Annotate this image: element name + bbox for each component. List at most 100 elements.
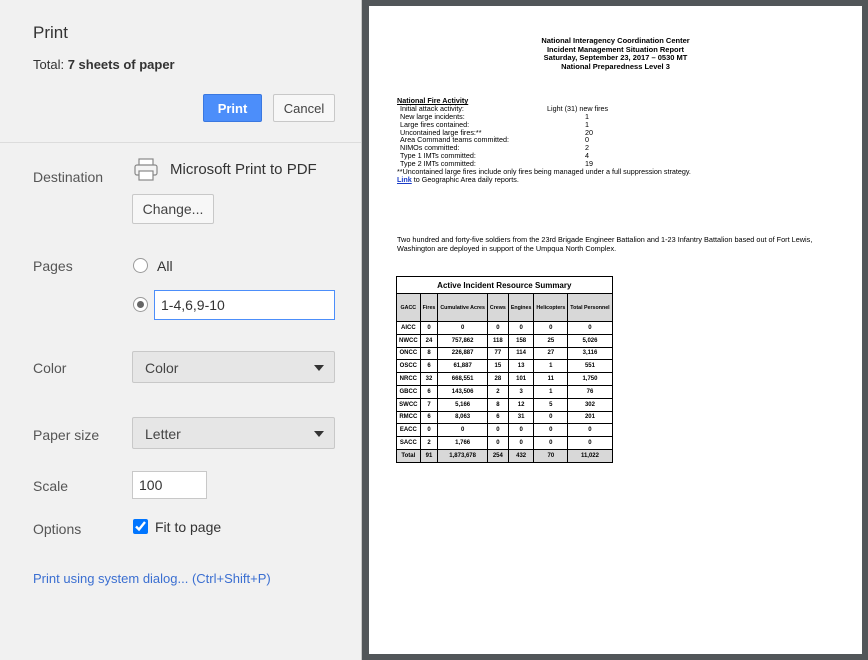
table-cell: 757,862 — [437, 333, 488, 348]
table-cell: 114 — [507, 346, 535, 361]
print-button[interactable]: Print — [203, 94, 262, 122]
table-total-row: Total 91 1,873,678 254 432 70 11,022 — [396, 448, 613, 463]
fire-activity-value: 19 — [585, 159, 593, 169]
table-cell: 0 — [533, 436, 569, 450]
table-row: ONCC 8 226,887 77 114 27 3,116 — [396, 346, 613, 361]
table-cell: 0 — [437, 321, 488, 335]
paper-size-value: Letter — [145, 426, 181, 442]
geo-area-link[interactable]: Link — [397, 175, 412, 184]
fire-activity-row: Type 2 IMTs committed: 19 — [397, 160, 691, 168]
table-cell: 32 — [419, 372, 439, 386]
color-select-value: Color — [145, 360, 179, 376]
table-cell: 27 — [533, 346, 569, 361]
table-cell: 0 — [486, 423, 509, 438]
change-destination-button[interactable]: Change... — [132, 194, 214, 224]
total-prefix: Total: — [33, 57, 68, 72]
chevron-down-icon — [314, 431, 324, 437]
table-row: SACC 2 1,766 0 0 0 0 — [396, 436, 613, 450]
table-cell: 5,026 — [567, 333, 613, 348]
table-cell: 6 — [419, 410, 439, 425]
table-header-cell: Helicopters — [533, 293, 569, 322]
soldiers-paragraph: Two hundred and forty-five soldiers from… — [397, 235, 813, 253]
table-cell: 2 — [419, 436, 439, 450]
scale-input[interactable] — [132, 471, 207, 499]
table-cell: 12 — [507, 397, 535, 412]
system-dialog-link[interactable]: Print using system dialog... (Ctrl+Shift… — [33, 571, 271, 586]
pages-range-input[interactable] — [154, 290, 335, 320]
table-cell: SWCC — [396, 397, 421, 412]
pages-label: Pages — [33, 258, 73, 274]
fit-to-page-checkbox[interactable] — [133, 519, 148, 534]
table-total-cell: 11,022 — [567, 448, 613, 463]
table-cell: 3,116 — [567, 346, 613, 361]
table-body: AICC 0 0 0 0 0 0 NWCC 24 757,862 118 158 25 5,026 ONCC… — [396, 321, 613, 463]
table-row: NRCC 32 668,551 28 101 11 1,750 — [396, 372, 613, 386]
cancel-button[interactable]: Cancel — [273, 94, 335, 122]
table-row: RMCC 6 8,063 6 31 0 201 — [396, 410, 613, 425]
page-title: Print — [33, 23, 68, 42]
table-cell: 302 — [567, 397, 613, 412]
table-cell: 0 — [486, 436, 509, 450]
table-cell: NRCC — [396, 372, 421, 386]
table-cell: 0 — [486, 321, 509, 335]
table-header-row: GACC Fires Cumulative Acres Crews Engines Hel… — [396, 293, 613, 322]
table-row: SWCC 7 5,166 8 12 5 302 — [396, 397, 613, 412]
table-cell: 0 — [567, 321, 613, 335]
table-cell: 0 — [507, 436, 535, 450]
preview-page[interactable]: National Interagency Coordination Center… — [369, 6, 862, 654]
table-cell: ONCC — [396, 346, 421, 361]
table-total-cell: Total — [396, 448, 421, 463]
table-cell: 7 — [419, 397, 439, 412]
table-cell: 61,887 — [437, 359, 488, 374]
report-heading: National Interagency Coordination Center… — [369, 36, 862, 71]
table-cell: 25 — [533, 333, 569, 348]
table-cell: 0 — [567, 436, 613, 450]
table-cell: 3 — [507, 384, 535, 399]
options-label: Options — [33, 521, 82, 537]
paper-size-label: Paper size — [33, 427, 100, 443]
paper-size-select[interactable]: Letter — [132, 417, 335, 449]
table-cell: 143,506 — [437, 384, 488, 399]
resource-summary-table: Active Incident Resource Summary GACC Fir… — [396, 276, 613, 463]
table-cell: 101 — [507, 372, 535, 386]
table-cell: 201 — [567, 410, 613, 425]
table-cell: 28 — [486, 372, 509, 386]
table-cell: 6 — [419, 359, 439, 374]
table-cell: AICC — [396, 321, 421, 335]
fire-activity-value: Light (31) new fires — [547, 103, 609, 113]
table-cell: 0 — [533, 423, 569, 438]
table-cell: 0 — [533, 321, 569, 335]
table-cell: 8 — [419, 346, 439, 361]
table-total-cell: 254 — [486, 448, 509, 463]
table-cell: 8 — [486, 397, 509, 412]
table-cell: 11 — [533, 372, 569, 386]
table-cell: NWCC — [396, 333, 421, 348]
table-cell: 77 — [486, 346, 509, 361]
pages-custom-radio[interactable] — [133, 297, 148, 312]
table-cell: OSCC — [396, 359, 421, 374]
table-header-cell: Total Personnel — [567, 293, 613, 322]
geo-area-link-rest: to Geographic Area daily reports. — [411, 174, 519, 184]
table-row: GBCC 6 143,506 2 3 1 76 — [396, 384, 613, 399]
table-cell: 158 — [507, 333, 535, 348]
table-header-cell: Cumulative Acres — [437, 293, 488, 322]
destination-printer: Microsoft Print to PDF — [170, 161, 317, 178]
table-row: AICC 0 0 0 0 0 0 — [396, 321, 613, 335]
table-cell: 0 — [419, 321, 439, 335]
color-label: Color — [33, 360, 67, 376]
table-cell: 5 — [533, 397, 569, 412]
fire-activity-rows: New large incidents: 1 Large fires contain… — [397, 112, 691, 168]
destination-label: Destination — [33, 169, 104, 185]
print-header: Print Total: 7 sheets of paper Print Can… — [0, 0, 361, 143]
color-select[interactable]: Color — [132, 351, 335, 383]
printer-icon — [134, 158, 158, 181]
table-cell: 0 — [533, 410, 569, 425]
table-cell: 24 — [419, 333, 439, 348]
table-header-cell: Engines — [507, 293, 535, 322]
table-total-cell: 1,873,678 — [437, 448, 488, 463]
table-row: NWCC 24 757,862 118 158 25 5,026 — [396, 333, 613, 348]
pages-all-radio[interactable] — [133, 258, 148, 273]
table-cell: 1 — [533, 384, 569, 399]
table-cell: 668,551 — [437, 372, 488, 386]
chevron-down-icon — [314, 365, 324, 371]
